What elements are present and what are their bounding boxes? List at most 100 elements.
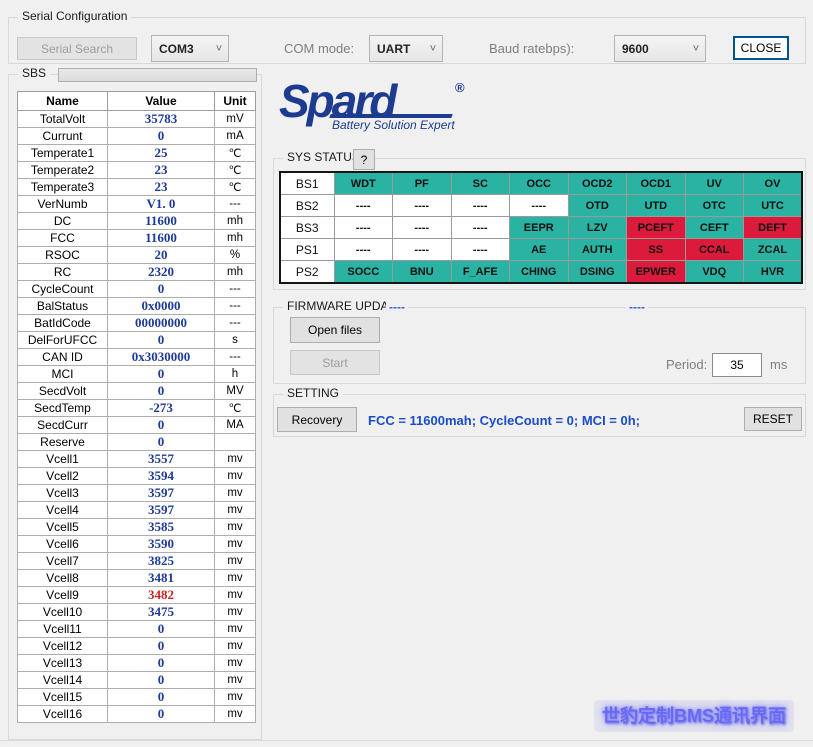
sbs-name-cell: VerNumb: [18, 196, 108, 213]
sbs-value-cell: 23: [108, 179, 215, 196]
setting-group: SETTING Recovery FCC = 11600mah; CycleCo…: [273, 394, 806, 437]
sbs-value-cell: 0: [108, 366, 215, 383]
sbs-row-mci: MCI0h: [18, 366, 256, 383]
sys-status-cell-empty: ----: [334, 217, 393, 239]
open-files-button[interactable]: Open files: [290, 317, 380, 343]
sbs-value-cell: 3557: [108, 451, 215, 468]
sys-status-cell-dsing: DSING: [568, 261, 627, 284]
sbs-unit-cell: mv: [215, 689, 256, 706]
serial-configuration-group: Serial Configuration Serial Search COM3 …: [8, 17, 806, 64]
sbs-row-vcell13: Vcell130mv: [18, 655, 256, 672]
sbs-name-cell: Vcell8: [18, 570, 108, 587]
sbs-name-cell: Vcell2: [18, 468, 108, 485]
sbs-value-cell: 0: [108, 128, 215, 145]
sys-row-label: BS2: [280, 195, 334, 217]
sbs-row-dc: DC11600mh: [18, 213, 256, 230]
period-input[interactable]: 35: [712, 353, 762, 377]
sys-status-cell-ov: OV: [744, 172, 803, 195]
sbs-name-cell: CycleCount: [18, 281, 108, 298]
sbs-value-cell: 0: [108, 672, 215, 689]
sys-status-cell-vdq: VDQ: [685, 261, 744, 284]
recovery-button[interactable]: Recovery: [277, 407, 357, 432]
spard-logo: Spard ® Battery Solution Expert: [279, 78, 479, 138]
sys-status-row-bs3: BS3------------EEPRLZVPCEFTCEFTDEFT: [280, 217, 802, 239]
sbs-unit-cell: mv: [215, 553, 256, 570]
sys-status-cell-uv: UV: [685, 172, 744, 195]
sbs-unit-cell: mh: [215, 213, 256, 230]
sys-status-cell-empty: ----: [451, 217, 510, 239]
firmware-update-title: FIRMWARE UPDAT: [283, 299, 399, 313]
sbs-name-cell: Temperate2: [18, 162, 108, 179]
com-mode-select[interactable]: UART ˅: [369, 35, 443, 62]
sbs-row-vcell6: Vcell63590mv: [18, 536, 256, 553]
com-port-select[interactable]: COM3 ˅: [151, 35, 229, 62]
sbs-value-cell: 0: [108, 434, 215, 451]
sbs-name-cell: Vcell10: [18, 604, 108, 621]
sbs-value-cell: 0: [108, 332, 215, 349]
sys-status-cell-sc: SC: [451, 172, 510, 195]
sbs-unit-cell: mv: [215, 587, 256, 604]
sys-status-cell-empty: ----: [334, 239, 393, 261]
sbs-value-cell: 0x3030000: [108, 349, 215, 366]
sbs-row-rsoc: RSOC20%: [18, 247, 256, 264]
period-label: Period:: [666, 357, 707, 372]
sbs-value-cell: 35783: [108, 111, 215, 128]
sbs-unit-cell: ℃: [215, 145, 256, 162]
sbs-progress-bar: [58, 68, 257, 82]
sbs-name-cell: DC: [18, 213, 108, 230]
sbs-unit-cell: mv: [215, 604, 256, 621]
chevron-down-icon: ˅: [424, 43, 442, 55]
sbs-value-cell: 3594: [108, 468, 215, 485]
sbs-name-cell: SecdTemp: [18, 400, 108, 417]
sbs-value-cell: 11600: [108, 213, 215, 230]
sbs-row-balstatus: BalStatus0x0000---: [18, 298, 256, 315]
sbs-name-cell: TotalVolt: [18, 111, 108, 128]
sbs-unit-cell: [215, 434, 256, 451]
sbs-header-row: NameValueUnit: [18, 92, 256, 111]
sbs-value-cell: V1. 0: [108, 196, 215, 213]
bottom-divider: [0, 740, 813, 741]
sbs-unit-cell: s: [215, 332, 256, 349]
sys-row-label: BS1: [280, 172, 334, 195]
sys-status-cell-empty: ----: [393, 195, 452, 217]
sys-status-cell-empty: ----: [451, 239, 510, 261]
sys-status-cell-ching: CHING: [510, 261, 569, 284]
sbs-name-cell: FCC: [18, 230, 108, 247]
sys-status-cell-ocd1: OCD1: [627, 172, 686, 195]
sbs-name-cell: RSOC: [18, 247, 108, 264]
sbs-row-vcell1: Vcell13557mv: [18, 451, 256, 468]
sbs-row-vcell7: Vcell73825mv: [18, 553, 256, 570]
sbs-row-vcell14: Vcell140mv: [18, 672, 256, 689]
reset-button[interactable]: RESET: [744, 407, 802, 431]
sbs-value-cell: 0: [108, 417, 215, 434]
sbs-value-cell: 3481: [108, 570, 215, 587]
sbs-unit-cell: ---: [215, 298, 256, 315]
baud-rate-select[interactable]: 9600 ˅: [614, 35, 706, 62]
serial-search-button[interactable]: Serial Search: [17, 37, 137, 60]
sbs-name-cell: Vcell12: [18, 638, 108, 655]
sys-status-cell-ocd2: OCD2: [568, 172, 627, 195]
sbs-unit-cell: ℃: [215, 400, 256, 417]
sbs-unit-cell: mv: [215, 655, 256, 672]
help-button[interactable]: ?: [353, 149, 375, 170]
sbs-name-cell: Vcell14: [18, 672, 108, 689]
sys-status-row-bs2: BS2----------------OTDUTDOTCUTC: [280, 195, 802, 217]
sys-status-cell-hvr: HVR: [744, 261, 803, 284]
sbs-row-vcell15: Vcell150mv: [18, 689, 256, 706]
sbs-value-cell: 0: [108, 621, 215, 638]
sbs-row-temperate1: Temperate125℃: [18, 145, 256, 162]
sys-row-label: PS2: [280, 261, 334, 284]
sbs-unit-cell: mv: [215, 451, 256, 468]
sbs-name-cell: Vcell13: [18, 655, 108, 672]
sbs-name-cell: SecdVolt: [18, 383, 108, 400]
close-button[interactable]: CLOSE: [733, 36, 789, 60]
baud-rate-value: 9600: [615, 42, 687, 56]
sbs-unit-cell: mv: [215, 621, 256, 638]
sys-status-cell-epwer: EPWER: [627, 261, 686, 284]
sys-row-label: BS3: [280, 217, 334, 239]
sys-status-cell-socc: SOCC: [334, 261, 393, 284]
sbs-unit-cell: h: [215, 366, 256, 383]
start-button[interactable]: Start: [290, 350, 380, 375]
period-unit-label: ms: [770, 357, 787, 372]
bms-app-window: Serial Configuration Serial Search COM3 …: [0, 0, 813, 747]
